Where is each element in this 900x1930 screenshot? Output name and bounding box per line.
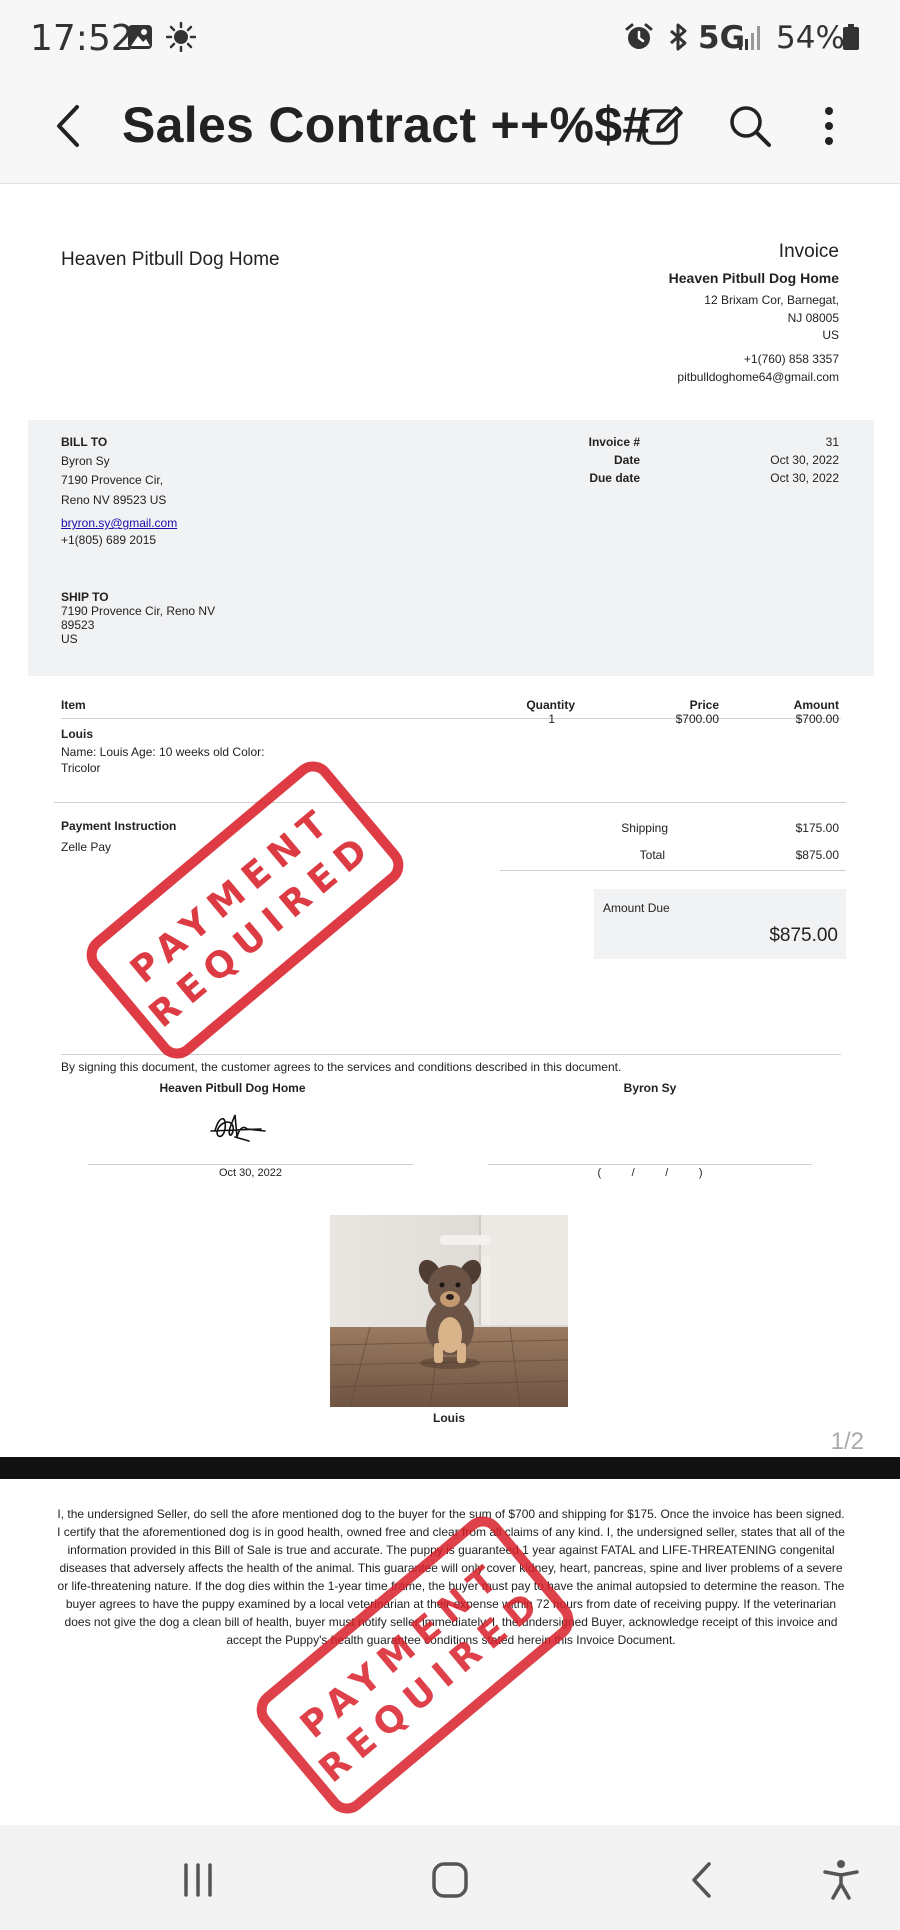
ship-to-line-2: 89523: [61, 618, 95, 632]
status-bar: 17:52 5G 54%: [0, 0, 900, 78]
bill-to-label: BILL TO: [61, 435, 108, 449]
amount-due-value: $875.00: [769, 925, 838, 946]
puppy-photo: [330, 1215, 568, 1407]
company-address-2: NJ 08005: [787, 311, 839, 325]
table-bottom-divider: [54, 802, 846, 803]
seller-signature-icon: [205, 1107, 269, 1152]
seller-signature-line: [88, 1164, 413, 1165]
seller-date: Oct 30, 2022: [219, 1167, 282, 1179]
page-indicator: 1/2: [830, 1428, 864, 1455]
total-value: $875.00: [795, 848, 839, 862]
invoice-number-value: 31: [825, 435, 839, 449]
bill-to-section: [28, 420, 874, 676]
payment-instruction-label: Payment Instruction: [61, 819, 177, 833]
screen: 17:52 5G 54% Sales Contract ++%$# Heaven…: [0, 0, 900, 1930]
accessibility-icon[interactable]: [811, 1855, 871, 1905]
bill-to-address-1: 7190 Provence Cir,: [61, 473, 164, 487]
recents-icon[interactable]: [168, 1855, 228, 1905]
back-nav-icon[interactable]: [671, 1855, 731, 1905]
back-icon[interactable]: [38, 96, 98, 156]
page-separator: [0, 1457, 900, 1479]
row-price: $700.00: [675, 712, 719, 726]
search-icon[interactable]: [720, 96, 780, 156]
app-bar: Sales Contract ++%$#: [0, 78, 900, 184]
amount-due-label: Amount Due: [603, 901, 670, 915]
brightness-icon: [165, 21, 197, 57]
ship-to-line-1: 7190 Provence Cir, Reno NV: [61, 604, 216, 618]
alarm-icon: [624, 22, 654, 57]
amount-due-box: Amount Due $875.00: [594, 889, 846, 959]
bill-to-address-2: Reno NV 89523 US: [61, 493, 167, 507]
bill-to-email-link[interactable]: bryron.sy@gmail.com: [61, 516, 177, 530]
stamp-line-2: REQUIRED: [142, 825, 383, 1036]
ship-to-line-3: US: [61, 632, 78, 646]
table-header-divider: [61, 718, 841, 719]
buyer-name: Byron Sy: [623, 1081, 677, 1095]
navigation-bar: [0, 1825, 900, 1930]
row-quantity: 1: [548, 712, 555, 726]
date-value: Oct 30, 2022: [770, 453, 839, 467]
header-item: Item: [61, 698, 86, 712]
row-amount: $700.00: [795, 712, 839, 726]
agreement-text: By signing this document, the customer a…: [61, 1060, 622, 1074]
company-email: pitbulldoghome64@gmail.com: [677, 370, 839, 384]
invoice-heading: Invoice: [778, 241, 839, 262]
payment-method: Zelle Pay: [61, 840, 112, 854]
date-label: Date: [613, 453, 640, 467]
company-country: US: [822, 328, 839, 342]
header-quantity: Quantity: [526, 698, 575, 712]
ship-to-label: SHIP TO: [61, 590, 109, 604]
header-amount: Amount: [793, 698, 839, 712]
company-address-1: 12 Brixam Cor, Barnegat,: [704, 293, 839, 307]
document-title: Sales Contract ++%$#: [122, 97, 651, 153]
row-item-desc-1: Name: Louis Age: 10 weeks old Color:: [61, 745, 265, 759]
home-icon[interactable]: [420, 1855, 480, 1905]
buyer-date: ( / / ): [597, 1167, 703, 1179]
totals-divider: [500, 870, 846, 871]
invoice-number-label: Invoice #: [588, 435, 640, 449]
total-label: Total: [639, 848, 665, 862]
photo-caption: Louis: [433, 1411, 465, 1425]
status-time: 17:52: [30, 18, 134, 59]
due-date-value: Oct 30, 2022: [770, 471, 839, 485]
battery-icon: [842, 22, 860, 57]
bill-to-phone: +1(805) 689 2015: [61, 533, 157, 547]
due-date-label: Due date: [589, 471, 640, 485]
edit-icon[interactable]: [633, 96, 693, 156]
bill-to-name: Byron Sy: [61, 454, 110, 468]
seller-name: Heaven Pitbull Dog Home: [159, 1081, 306, 1095]
company-name: Heaven Pitbull Dog Home: [668, 270, 839, 286]
bluetooth-icon: [664, 22, 692, 57]
company-phone: +1(760) 858 3357: [743, 352, 839, 366]
shipping-value: $175.00: [795, 821, 839, 835]
document-viewer[interactable]: Heaven Pitbull Dog Home Invoice Heaven P…: [0, 185, 900, 1825]
buyer-signature-line[interactable]: [488, 1164, 812, 1165]
header-price: Price: [689, 698, 719, 712]
row-item-desc-2: Tricolor: [61, 761, 101, 775]
terms-paragraph: I, the undersigned Seller, do sell the a…: [57, 1507, 845, 1647]
company-name-left: Heaven Pitbull Dog Home: [61, 249, 280, 270]
gallery-icon: [126, 22, 154, 57]
signature-divider: [61, 1054, 841, 1055]
signal-icon: [738, 22, 764, 57]
row-item-name: Louis: [61, 727, 93, 741]
battery-label: 54%: [776, 20, 845, 56]
more-icon[interactable]: [799, 96, 859, 156]
shipping-label: Shipping: [621, 821, 668, 835]
